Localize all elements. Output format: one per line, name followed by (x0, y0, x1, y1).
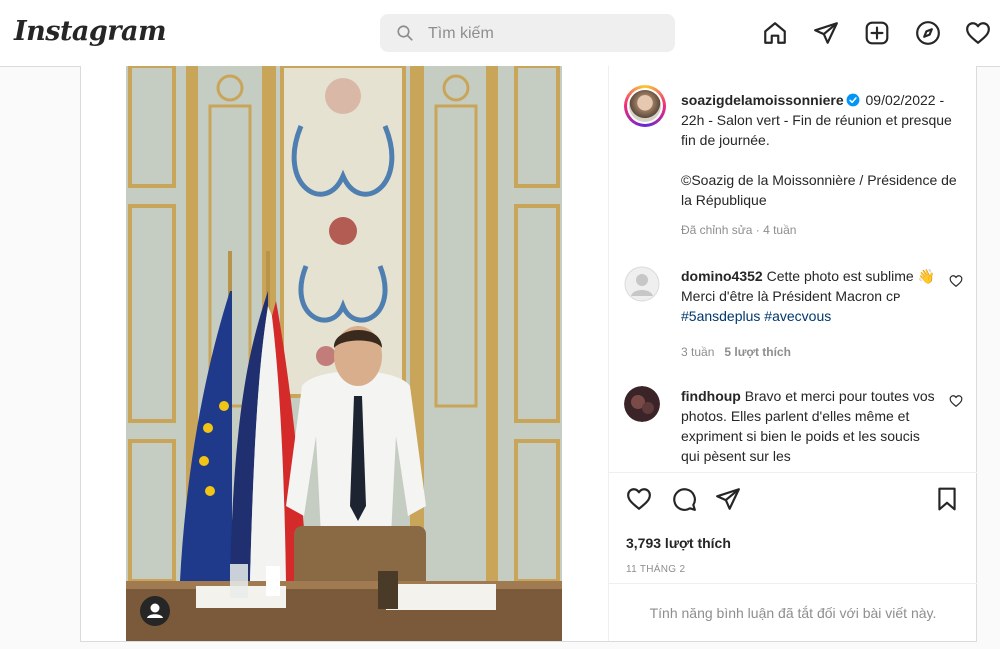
activity-heart-icon[interactable] (965, 20, 991, 46)
hashtag-link[interactable]: #5ansdeplus (681, 308, 760, 324)
comment-likes-count[interactable]: 5 lượt thích (724, 345, 791, 359)
like-heart-icon[interactable] (626, 486, 652, 512)
comments-disabled-text: Tính năng bình luận đã tắt đối với bài v… (649, 605, 937, 621)
new-post-icon[interactable] (864, 20, 890, 46)
tagged-people-button[interactable] (140, 596, 170, 626)
search-icon (397, 25, 413, 41)
hashtag-link[interactable]: #avecvous (764, 308, 831, 324)
explore-compass-icon[interactable] (915, 20, 941, 46)
verified-badge-icon (846, 93, 860, 107)
author-username[interactable]: soazigdelamoissonniere (681, 92, 844, 108)
user-icon (147, 603, 163, 618)
top-navigation-bar: Instagram (0, 0, 1000, 67)
likes-count[interactable]: 3,793 lượt thích (626, 535, 731, 551)
search-input[interactable] (426, 14, 660, 54)
author-avatar[interactable] (624, 85, 666, 127)
post-photo[interactable] (126, 66, 562, 641)
comment-bubble-icon[interactable] (671, 486, 697, 512)
comment-text: domino4352 Cette photo est sublime 👋 Mer… (681, 266, 941, 326)
post-photo-image (126, 66, 562, 641)
comment-age: 3 tuần (681, 345, 715, 359)
search-box[interactable] (380, 14, 675, 54)
comment-like-icon[interactable] (949, 274, 963, 288)
save-bookmark-icon[interactable] (934, 486, 960, 512)
instagram-logo[interactable]: Instagram (14, 16, 167, 47)
comment-text: findhoup Bravo et merci pour toutes vos … (681, 386, 941, 471)
comment-avatar[interactable] (624, 386, 660, 422)
post-actions (609, 486, 977, 518)
comments-disabled-bar: Tính năng bình luận đã tắt đối với bài v… (609, 583, 977, 642)
caption-meta: Đã chỉnh sửa · 4 tuần (681, 223, 797, 237)
post-card: soazigdelamoissonniere 09/02/2022 - 22h … (80, 66, 977, 642)
share-send-icon[interactable] (715, 486, 741, 512)
caption-text-line2: ©Soazig de la Moissonnière / Présidence … (681, 172, 957, 208)
comment-username[interactable]: domino4352 (681, 268, 763, 284)
section-divider (609, 472, 977, 473)
home-icon[interactable] (762, 20, 788, 46)
post-details-panel: soazigdelamoissonniere 09/02/2022 - 22h … (608, 66, 977, 641)
post-date[interactable]: 11 THÁNG 2 (626, 564, 685, 575)
post-caption: soazigdelamoissonniere 09/02/2022 - 22h … (681, 90, 963, 210)
comment-meta: 3 tuần 5 lượt thích (681, 345, 791, 359)
comment-like-icon[interactable] (949, 394, 963, 408)
direct-send-icon[interactable] (813, 20, 839, 46)
comment-avatar[interactable] (624, 266, 660, 302)
comment-username[interactable]: findhoup (681, 388, 741, 404)
